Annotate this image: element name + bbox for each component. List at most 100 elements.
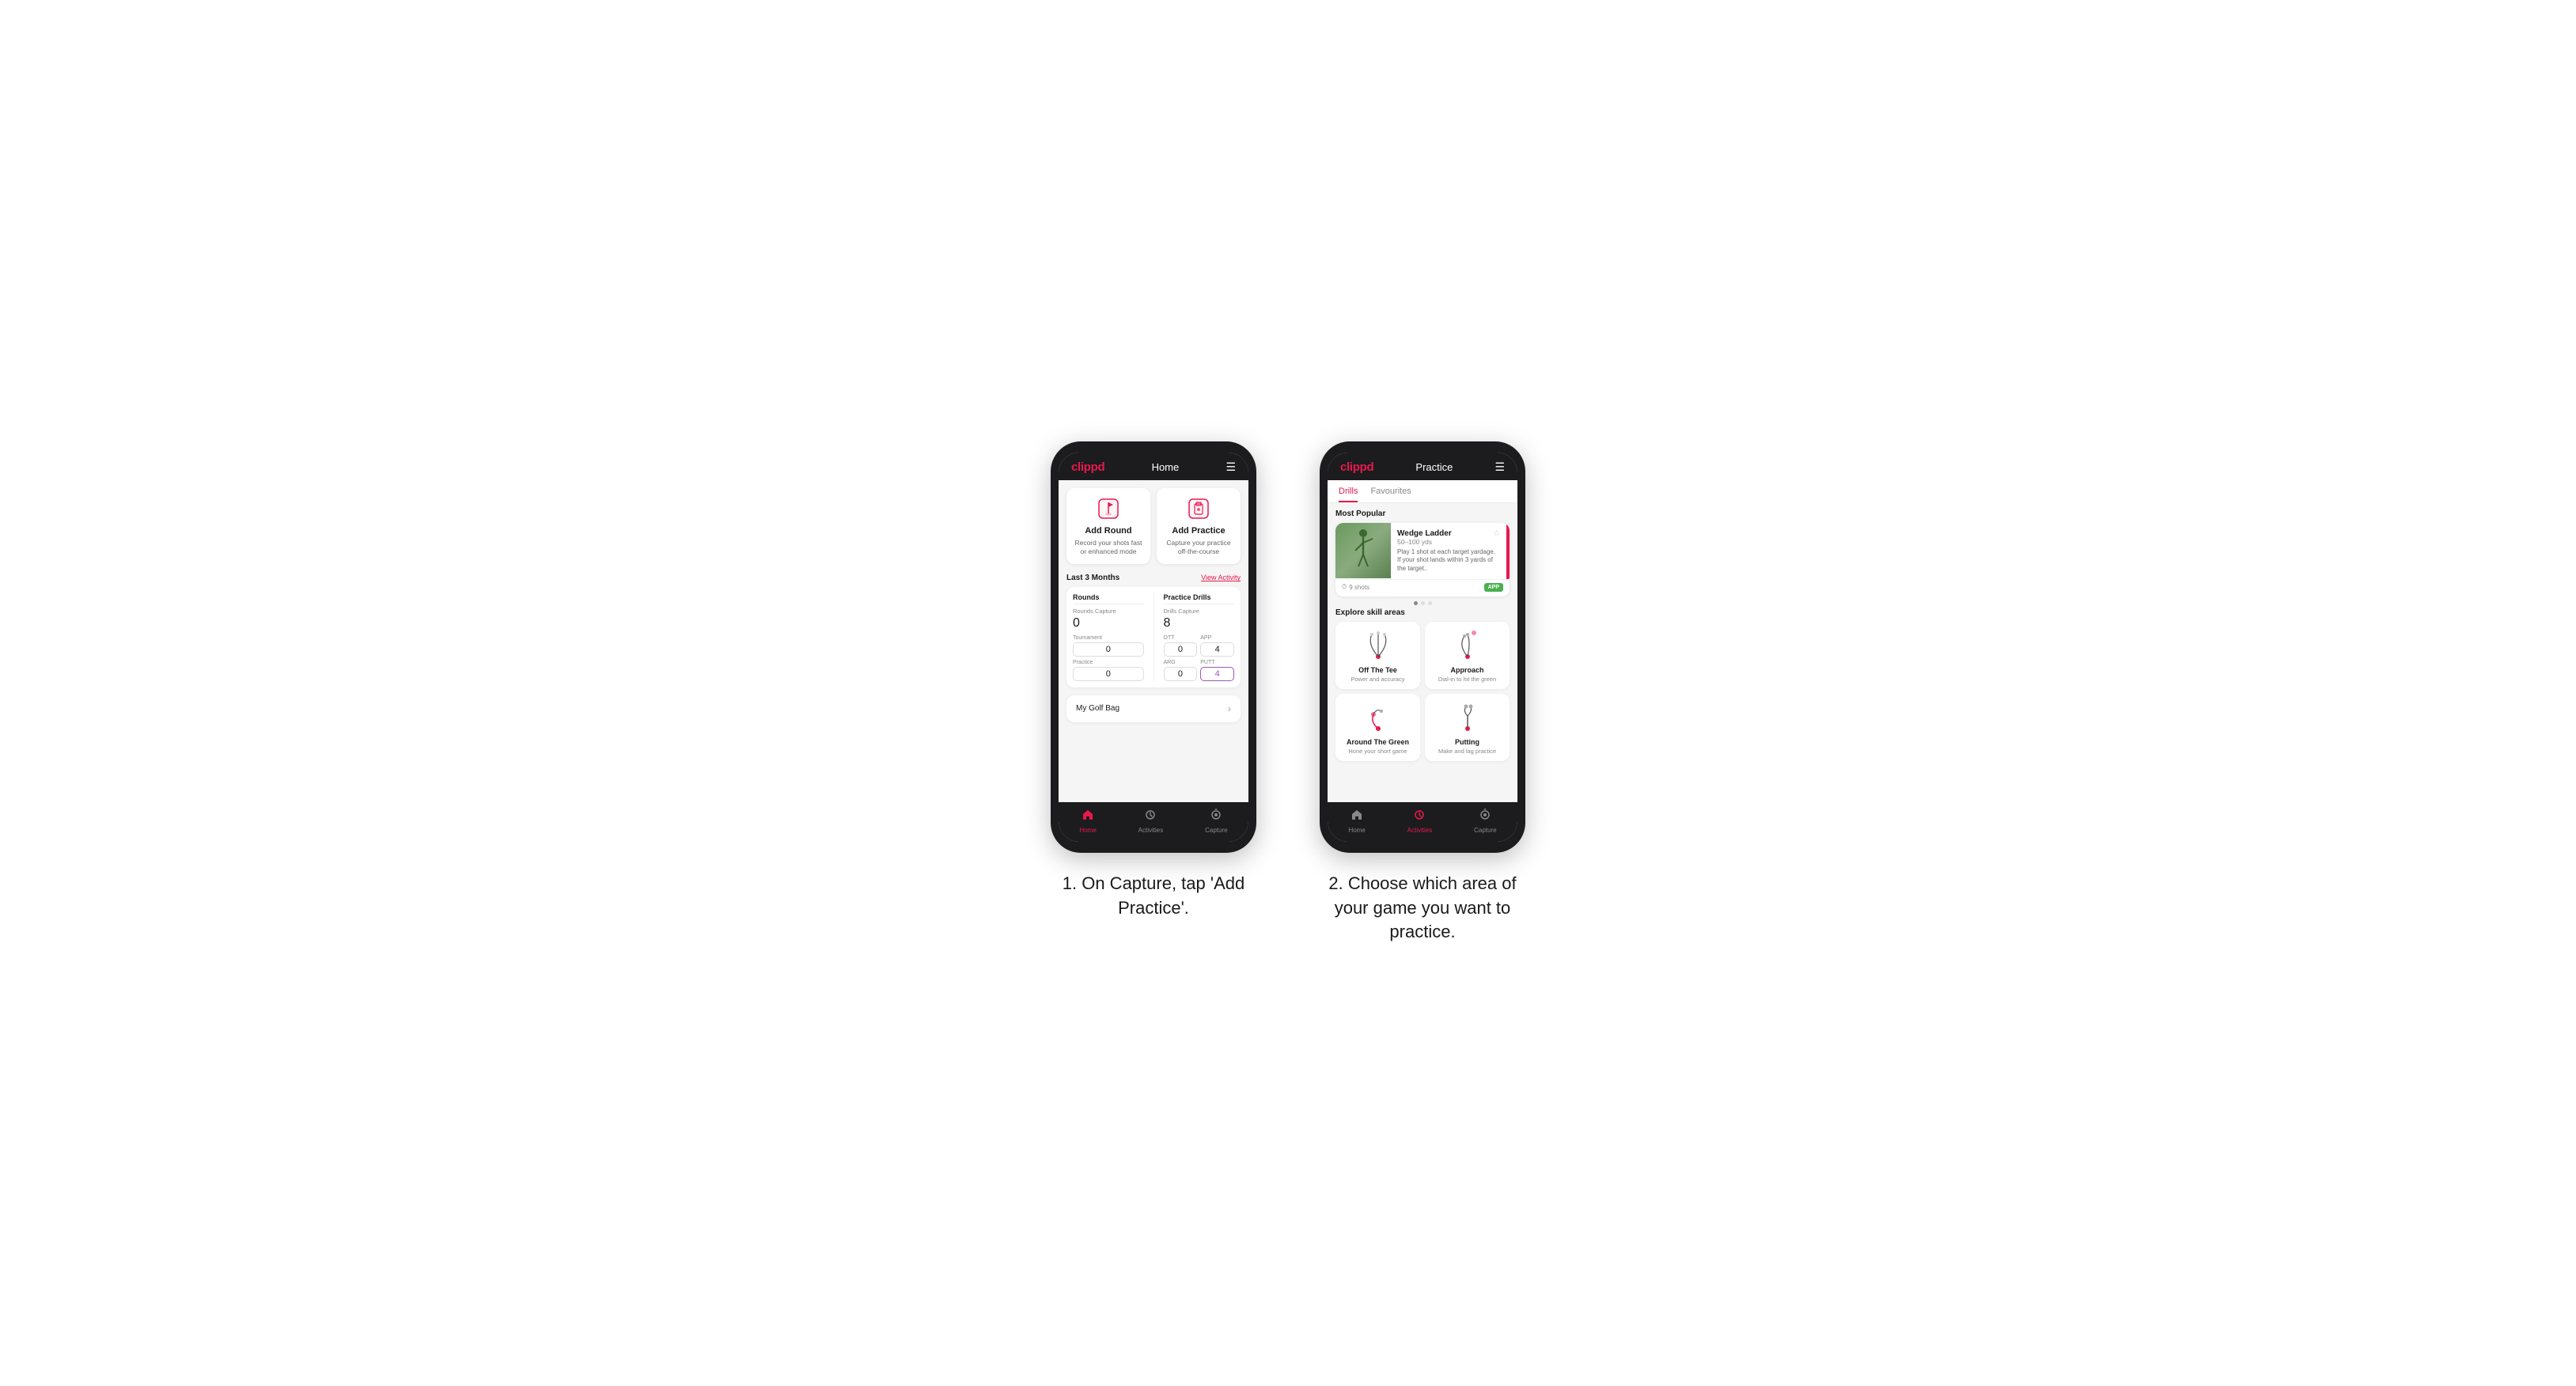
phone2-nav-activities-label: Activities — [1407, 827, 1433, 834]
phone2-activities-icon — [1413, 808, 1426, 825]
phone2-caption: 2. Choose which area of your game you wa… — [1312, 872, 1533, 945]
tournament-value: 0 — [1073, 642, 1144, 657]
dot-2 — [1421, 601, 1425, 605]
phone2-screen: clippd Practice ☰ Drills Favourites Most… — [1328, 453, 1517, 842]
putting-title: Putting — [1455, 738, 1479, 746]
home-cards: Add Round Record your shots fast or enha… — [1059, 480, 1248, 569]
phone2-capture-icon — [1479, 808, 1491, 825]
drill-description: Play 1 shot at each target yardage. If y… — [1397, 548, 1500, 573]
phone2-home-icon — [1351, 808, 1363, 825]
arg-label: ARG — [1164, 660, 1176, 665]
skill-card-approach[interactable]: Approach Dial-in to hit the green — [1425, 622, 1510, 689]
phone2-nav-home[interactable]: Home — [1348, 808, 1365, 834]
practice-scrollable: Most Popular — [1328, 503, 1517, 802]
star-icon[interactable]: ☆ — [1493, 529, 1500, 538]
add-practice-title: Add Practice — [1172, 526, 1225, 536]
atg-diagram — [1359, 700, 1397, 735]
tournament-row: Tournament 0 — [1073, 635, 1144, 657]
featured-drill-card[interactable]: Wedge Ladder ☆ 50–100 yds Play 1 shot at… — [1335, 523, 1510, 596]
app-label: APP — [1200, 635, 1211, 641]
rounds-col: Rounds Rounds Capture 0 Tournament 0 — [1073, 593, 1144, 681]
phone1-caption: 1. On Capture, tap 'Add Practice'. — [1043, 872, 1264, 921]
phone1-section: clippd Home ☰ — [1043, 441, 1264, 921]
putt-box: PUTT 4 — [1200, 660, 1234, 681]
phone2-nav-activities[interactable]: Activities — [1407, 808, 1433, 834]
drill-thumbnail — [1335, 523, 1391, 578]
putting-desc: Make and lag practice — [1438, 748, 1496, 755]
phone2-content: Most Popular — [1328, 503, 1517, 802]
nav-activities-label: Activities — [1138, 827, 1164, 834]
phone2-menu-icon[interactable]: ☰ — [1494, 460, 1505, 474]
stats-row: Rounds Rounds Capture 0 Tournament 0 — [1073, 593, 1234, 681]
home-icon — [1082, 808, 1094, 825]
dot-3 — [1428, 601, 1432, 605]
drill-title: Wedge Ladder — [1397, 529, 1452, 538]
practice-row: Practice 0 — [1073, 660, 1144, 681]
rounds-col-title: Rounds — [1073, 593, 1144, 604]
dot-1 — [1414, 601, 1418, 605]
nav-capture[interactable]: Capture — [1205, 808, 1227, 834]
phone1-frame: clippd Home ☰ — [1051, 441, 1256, 853]
phone1-bottom-nav: Home Activities — [1059, 802, 1248, 842]
phone2-section: clippd Practice ☰ Drills Favourites Most… — [1312, 441, 1533, 945]
tab-favourites[interactable]: Favourites — [1370, 480, 1411, 502]
add-round-title: Add Round — [1085, 526, 1131, 536]
golf-bag-row[interactable]: My Golf Bag › — [1066, 695, 1241, 722]
phone2-nav-home-label: Home — [1348, 827, 1365, 834]
phone2-logo: clippd — [1340, 460, 1373, 474]
featured-footer: ⏱ 9 shots APP — [1335, 579, 1510, 596]
putt-label: PUTT — [1200, 660, 1214, 665]
ott-label: OTT — [1164, 635, 1175, 641]
ott-box: OTT 0 — [1164, 635, 1198, 657]
add-practice-card[interactable]: Add Practice Capture your practice off-t… — [1157, 488, 1241, 564]
skill-card-putting[interactable]: Putting Make and lag practice — [1425, 694, 1510, 761]
phone2-frame: clippd Practice ☰ Drills Favourites Most… — [1320, 441, 1525, 853]
app-badge: APP — [1484, 583, 1503, 592]
skill-card-ott[interactable]: Off The Tee Power and accuracy — [1335, 622, 1420, 689]
phone2-title: Practice — [1415, 461, 1453, 473]
app-box: APP 4 — [1200, 635, 1234, 657]
putt-value: 4 — [1200, 667, 1234, 681]
clock-icon: ⏱ — [1342, 583, 1347, 591]
activities-icon — [1144, 808, 1157, 825]
shots-label: ⏱ 9 shots — [1342, 583, 1369, 591]
pagination-dots — [1335, 601, 1510, 605]
stats-section: Last 3 Months View Activity Rounds Round… — [1059, 569, 1248, 691]
phone1-menu-icon[interactable]: ☰ — [1225, 460, 1236, 474]
phone2-nav-capture[interactable]: Capture — [1474, 808, 1496, 834]
practice-box: Practice 0 — [1073, 660, 1144, 681]
stats-header: Last 3 Months View Activity — [1066, 574, 1241, 582]
featured-card-inner: Wedge Ladder ☆ 50–100 yds Play 1 shot at… — [1335, 523, 1510, 579]
nav-activities[interactable]: Activities — [1138, 808, 1164, 834]
practice-value: 0 — [1073, 667, 1144, 681]
phone1-header: clippd Home ☰ — [1059, 453, 1248, 480]
app-value: 4 — [1200, 642, 1234, 657]
add-round-card[interactable]: Add Round Record your shots fast or enha… — [1066, 488, 1150, 564]
phone1-logo: clippd — [1071, 460, 1104, 474]
add-round-desc: Record your shots fast or enhanced mode — [1073, 539, 1144, 556]
tab-drills[interactable]: Drills — [1339, 480, 1358, 502]
featured-drill-info: Wedge Ladder ☆ 50–100 yds Play 1 shot at… — [1391, 523, 1506, 579]
add-practice-desc: Capture your practice off-the-course — [1163, 539, 1234, 556]
featured-info-header: Wedge Ladder ☆ — [1397, 529, 1500, 538]
nav-home[interactable]: Home — [1079, 808, 1096, 834]
view-activity-link[interactable]: View Activity — [1201, 574, 1241, 581]
skill-grid: Off The Tee Power and accuracy — [1335, 622, 1510, 761]
phone1-content: Add Round Record your shots fast or enha… — [1059, 480, 1248, 802]
practice-tabs: Drills Favourites — [1328, 480, 1517, 503]
capture-icon — [1210, 808, 1222, 825]
stats-period: Last 3 Months — [1066, 574, 1119, 582]
nav-home-label: Home — [1079, 827, 1096, 834]
page-container: clippd Home ☰ — [813, 441, 1763, 945]
pink-bar — [1506, 523, 1510, 579]
explore-title: Explore skill areas — [1335, 608, 1510, 617]
add-round-icon — [1096, 496, 1121, 521]
putting-diagram — [1449, 700, 1487, 735]
drill-thumb-img — [1335, 523, 1391, 578]
chevron-right-icon: › — [1228, 703, 1231, 714]
skill-card-atg[interactable]: Around The Green Hone your short game — [1335, 694, 1420, 761]
drills-capture-label: Drills Capture — [1164, 608, 1235, 615]
drills-col-title: Practice Drills — [1164, 593, 1235, 604]
arg-value: 0 — [1164, 667, 1198, 681]
most-popular-title: Most Popular — [1335, 509, 1510, 518]
